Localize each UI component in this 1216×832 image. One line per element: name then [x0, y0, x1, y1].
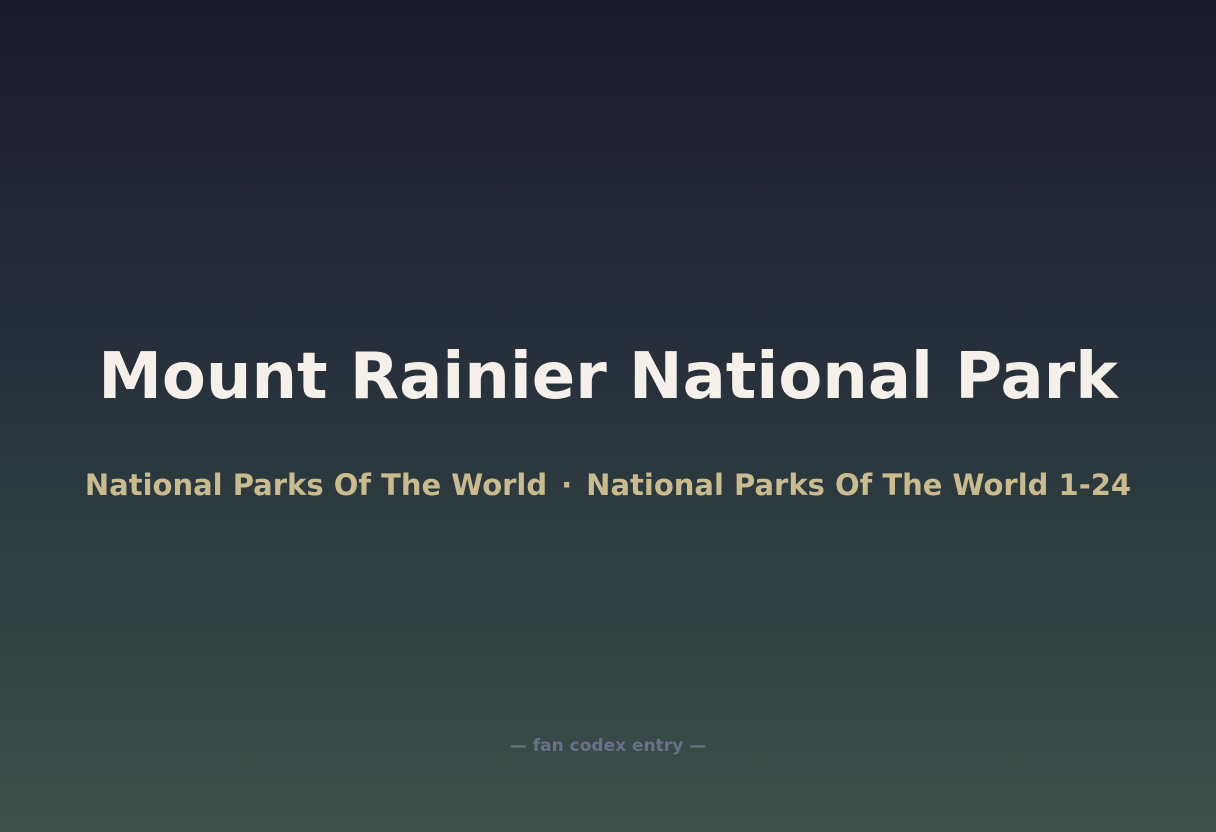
set-name: National Parks Of The World 1-24	[586, 468, 1132, 502]
subtitle-separator: ·	[561, 468, 573, 502]
title-card: Mount Rainier National Park National Par…	[0, 0, 1216, 832]
page-title: Mount Rainier National Park	[98, 340, 1118, 414]
footer-caption: — fan codex entry —	[509, 736, 707, 756]
subtitle-line: National Parks Of The World · National Par…	[0, 466, 1216, 504]
collection-name: National Parks Of The World	[84, 468, 548, 502]
